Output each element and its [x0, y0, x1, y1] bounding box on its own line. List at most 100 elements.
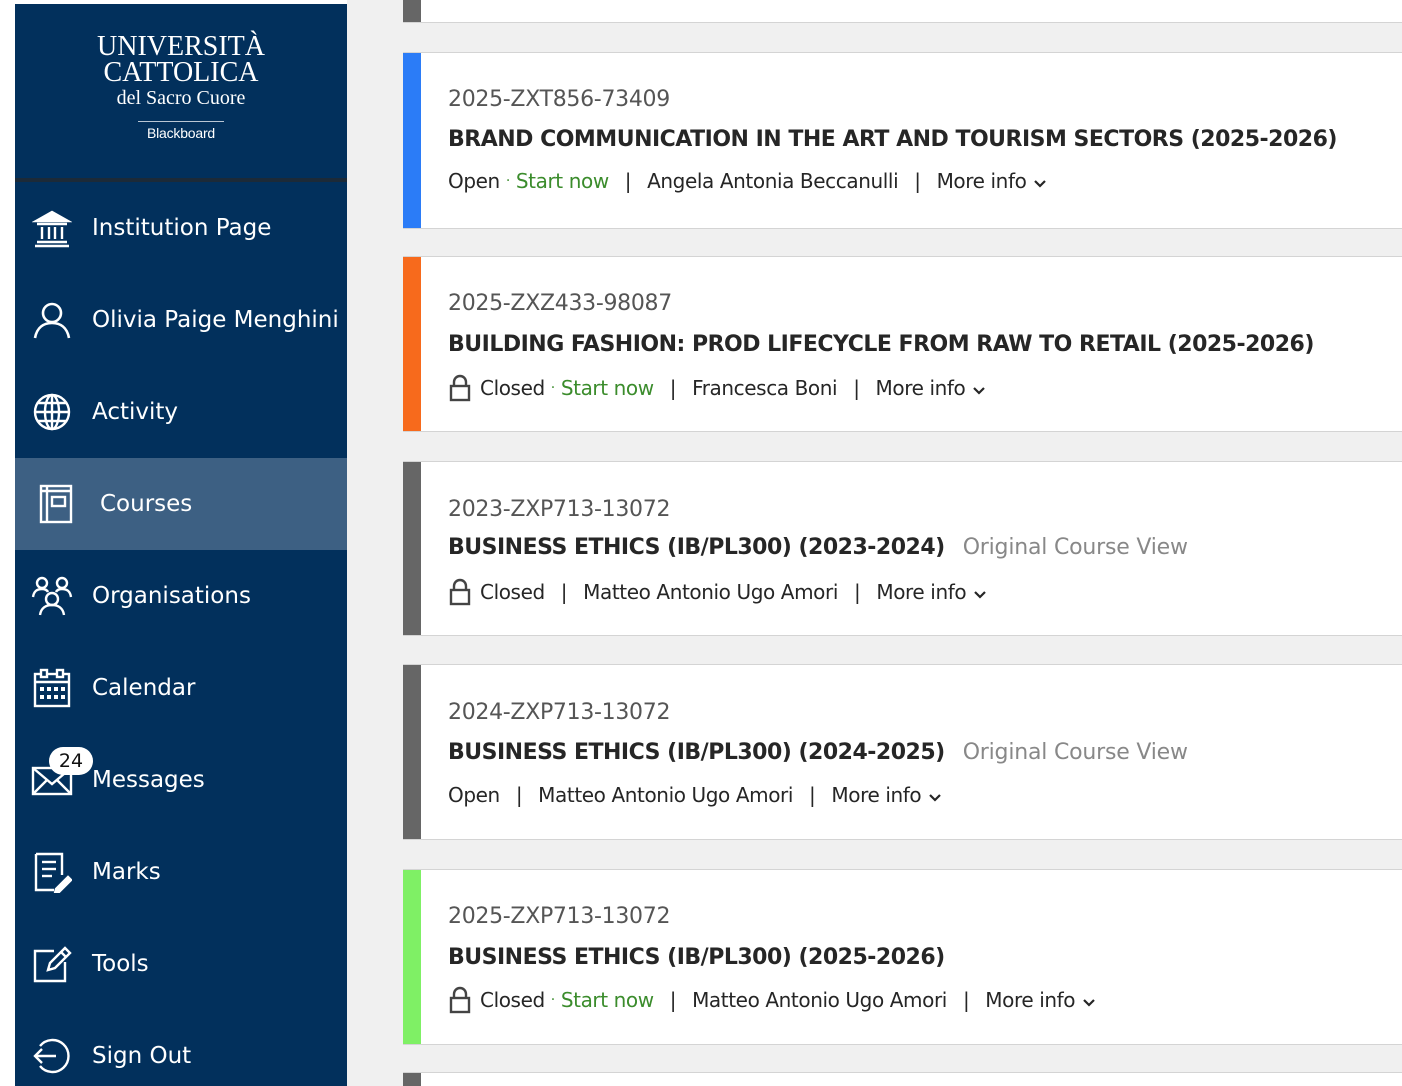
more-info-button[interactable]: More info — [876, 580, 986, 604]
course-color-bar — [403, 870, 421, 1044]
main-navigation: Institution Page Olivia Paige Menghini A… — [15, 182, 347, 1086]
course-instructor: Matteo Antonio Ugo Amori — [538, 783, 794, 807]
course-title[interactable]: BRAND COMMUNICATION IN THE ART AND TOURI… — [448, 127, 1337, 152]
course-id: 2023-ZXP713-13072 — [448, 497, 671, 522]
course-card[interactable]: 2024-ZXP713-13072 BUSINESS ETHICS (IB/PL… — [403, 664, 1402, 840]
original-course-view-label: Original Course View — [962, 740, 1188, 765]
chevron-down-icon — [1034, 180, 1047, 188]
course-card[interactable]: 2025-ZXP713-13072 BUSINESS ETHICS (IB/PL… — [403, 869, 1402, 1045]
nav-item-institution-page[interactable]: Institution Page — [15, 182, 347, 274]
nav-item-sign-out[interactable]: Sign Out — [15, 1010, 347, 1086]
nav-item-marks[interactable]: Marks — [15, 826, 347, 918]
course-meta: Open | Matteo Antonio Ugo Amori | More i… — [448, 783, 942, 807]
course-list: 2025-ZXT856-73409 BRAND COMMUNICATION IN… — [403, 0, 1402, 1086]
institution-icon — [31, 207, 73, 249]
calendar-icon — [31, 667, 73, 709]
lock-icon — [449, 374, 471, 402]
more-info-button[interactable]: More info — [831, 783, 942, 807]
course-instructor: Angela Antonia Beccanulli — [647, 169, 899, 193]
nav-label-marks: Marks — [92, 859, 161, 885]
separator: | — [669, 376, 677, 400]
course-meta: Closed · Start now | Matteo Antonio Ugo … — [448, 986, 1095, 1014]
course-color-bar — [403, 462, 421, 635]
nav-item-calendar[interactable]: Calendar — [15, 642, 347, 734]
institution-logo[interactable]: UNIVERSITÀ CATTOLICA del Sacro Cuore Bla… — [15, 4, 347, 182]
more-info-label: More info — [875, 376, 966, 400]
start-now-label: Start now — [560, 376, 654, 400]
marks-icon — [31, 851, 73, 893]
course-status: Open — [448, 169, 500, 193]
more-info-button[interactable]: More info — [985, 988, 1095, 1012]
course-card[interactable]: 2025-ZXZ433-98087 BUILDING FASHION: PROD… — [403, 256, 1402, 432]
course-status: Open — [448, 783, 500, 807]
nav-item-activity[interactable]: Activity — [15, 366, 347, 458]
course-color-bar — [403, 1073, 421, 1086]
nav-item-organisations[interactable]: Organisations — [15, 550, 347, 642]
logo-line-4: Blackboard — [146, 125, 216, 141]
tools-icon — [31, 943, 73, 985]
course-instructor: Francesca Boni — [692, 376, 838, 400]
separator: | — [669, 988, 677, 1012]
envelope-icon: 24 — [31, 747, 93, 801]
original-course-view-label: Original Course View — [962, 535, 1188, 560]
lock-icon — [449, 986, 471, 1014]
separator: | — [853, 376, 860, 400]
chevron-down-icon — [973, 387, 986, 395]
separator: | — [962, 988, 970, 1012]
sign-out-icon — [31, 1035, 73, 1077]
course-color-bar — [403, 53, 421, 228]
more-info-label: More info — [831, 783, 922, 807]
course-card[interactable]: 2025-ZXT856-73409 BRAND COMMUNICATION IN… — [403, 52, 1402, 229]
separator: | — [624, 169, 632, 193]
nav-label-calendar: Calendar — [92, 675, 196, 701]
nav-label-profile: Olivia Paige Menghini — [92, 307, 339, 333]
user-icon — [31, 299, 73, 341]
course-title-link[interactable]: BUSINESS ETHICS (IB/PL300) (2023-2024) — [448, 535, 945, 560]
separator-dot: · — [550, 380, 555, 396]
nav-label-tools: Tools — [92, 951, 149, 977]
sidebar: UNIVERSITÀ CATTOLICA del Sacro Cuore Bla… — [15, 4, 347, 1086]
course-instructor: Matteo Antonio Ugo Amori — [692, 988, 947, 1012]
course-meta: Closed | Matteo Antonio Ugo Amori | More… — [448, 578, 986, 606]
nav-label-messages: Messages — [92, 767, 205, 793]
course-color-bar — [403, 0, 421, 22]
course-title[interactable]: BUSINESS ETHICS (IB/PL300) (2025-2026) — [448, 945, 945, 970]
nav-label-sign-out: Sign Out — [92, 1043, 192, 1069]
logo-line-3: del Sacro Cuore — [116, 87, 246, 109]
lock-icon — [449, 578, 471, 606]
course-card[interactable]: 2023-ZXP713-13072 BUSINESS ETHICS (IB/PL… — [403, 461, 1402, 636]
separator: | — [515, 783, 523, 807]
separator: | — [854, 580, 861, 604]
course-card-partial-bottom[interactable] — [403, 1072, 1402, 1086]
courses-icon — [35, 483, 77, 525]
course-instructor: Matteo Antonio Ugo Amori — [583, 580, 838, 604]
course-status: Closed — [480, 580, 545, 604]
course-status: Closed — [480, 988, 545, 1012]
course-id: 2024-ZXP713-13072 — [448, 700, 671, 725]
more-info-label: More info — [876, 580, 967, 604]
course-title-link[interactable]: BUSINESS ETHICS (IB/PL300) (2024-2025) — [448, 740, 945, 765]
separator: | — [809, 783, 816, 807]
course-title[interactable]: BUILDING FASHION: PROD LIFECYCLE FROM RA… — [448, 332, 1314, 357]
separator: | — [914, 169, 921, 193]
more-info-button[interactable]: More info — [937, 169, 1047, 193]
nav-label-institution-page: Institution Page — [92, 215, 272, 241]
nav-label-organisations: Organisations — [92, 583, 251, 609]
chevron-down-icon — [929, 794, 942, 802]
nav-item-messages[interactable]: 24 Messages — [15, 734, 347, 826]
nav-label-courses: Courses — [100, 491, 193, 517]
course-id: 2025-ZXP713-13072 — [448, 904, 671, 929]
organisations-icon — [31, 575, 73, 617]
nav-item-courses[interactable]: Courses — [15, 458, 347, 550]
nav-item-profile[interactable]: Olivia Paige Menghini — [15, 274, 347, 366]
chevron-down-icon — [1083, 999, 1095, 1007]
separator-dot: · — [550, 992, 555, 1008]
course-color-bar — [403, 257, 421, 431]
more-info-button[interactable]: More info — [876, 376, 986, 400]
course-card-partial-top[interactable] — [403, 0, 1402, 23]
nav-item-tools[interactable]: Tools — [15, 918, 347, 1010]
course-title: BUSINESS ETHICS (IB/PL300) (2023-2024) Or… — [448, 535, 1188, 560]
globe-icon — [31, 391, 73, 433]
more-info-label: More info — [985, 988, 1076, 1012]
more-info-label: More info — [936, 169, 1027, 193]
